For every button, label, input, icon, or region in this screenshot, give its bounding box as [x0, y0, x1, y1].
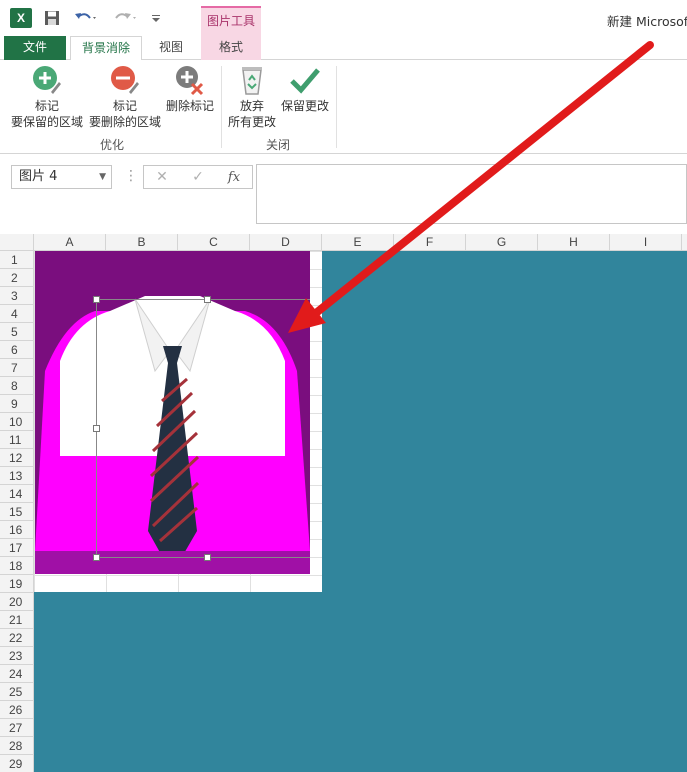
- mark-keep-label-2: 要保留的区域: [10, 115, 83, 129]
- discard-label-2: 所有更改: [227, 115, 276, 129]
- cancel-icon[interactable]: ✕: [144, 169, 180, 185]
- excel-logo-icon: X: [10, 8, 32, 28]
- resize-handle[interactable]: [93, 425, 100, 432]
- row-header[interactable]: 19: [0, 575, 33, 593]
- row-header[interactable]: 2: [0, 269, 33, 287]
- background-removal-marquee[interactable]: [93, 296, 310, 561]
- tab-format[interactable]: 格式: [201, 36, 261, 60]
- teal-overlay-area: [34, 592, 322, 772]
- formula-bar: 图片 4 ▼ ⋮ ✕ ✓ fx: [0, 154, 687, 234]
- row-headers: 1 2 3 4 5 6 7 8 9 10 11 12 13 14 15 16 17 18 19 20 21 22 23 24 2…: [0, 251, 34, 772]
- row-header[interactable]: 29: [0, 755, 33, 772]
- column-header[interactable]: F: [394, 234, 466, 251]
- mark-keep-icon: [31, 64, 63, 96]
- recycle-bin-icon: [236, 64, 268, 96]
- checkmark-icon: [289, 64, 321, 96]
- delete-mark-icon: [174, 64, 206, 96]
- row-header[interactable]: 22: [0, 629, 33, 647]
- group-label-optimize: 优化: [100, 138, 125, 152]
- worksheet-grid: ABCDEFGHI 1 2 3 4 5 6 7 8 9 10 11 12 13 14 15 16 17 18 19 2…: [0, 234, 687, 772]
- row-header[interactable]: 8: [0, 377, 33, 395]
- mark-areas-to-remove-button[interactable]: 标记 要删除的区域: [86, 64, 164, 130]
- row-header[interactable]: 10: [0, 413, 33, 431]
- row-header[interactable]: 13: [0, 467, 33, 485]
- window-title: 新建 Microsoft: [607, 14, 687, 29]
- vertical-dots-icon: ⋮: [124, 168, 138, 184]
- keep-label: 保留更改: [280, 99, 329, 113]
- ribbon-tabs: 文件 背景消除 视图 格式: [0, 36, 687, 61]
- row-header[interactable]: 7: [0, 359, 33, 377]
- chevron-down-icon[interactable]: ▼: [99, 166, 106, 188]
- row-header[interactable]: 26: [0, 701, 33, 719]
- row-header[interactable]: 15: [0, 503, 33, 521]
- resize-handle[interactable]: [204, 296, 211, 303]
- column-header[interactable]: C: [178, 234, 250, 251]
- mark-remove-label-2: 要删除的区域: [88, 115, 161, 129]
- tab-view[interactable]: 视图: [146, 36, 196, 60]
- row-header[interactable]: 14: [0, 485, 33, 503]
- column-header[interactable]: B: [106, 234, 178, 251]
- row-header[interactable]: 3: [0, 287, 33, 305]
- row-header[interactable]: 27: [0, 719, 33, 737]
- name-box-value: 图片 4: [19, 169, 58, 184]
- tab-file[interactable]: 文件: [4, 36, 66, 60]
- column-header[interactable]: E: [322, 234, 394, 251]
- row-header[interactable]: 16: [0, 521, 33, 539]
- row-header[interactable]: 12: [0, 449, 33, 467]
- column-headers: ABCDEFGHI: [34, 234, 687, 251]
- mark-areas-to-keep-button[interactable]: 标记 要保留的区域: [6, 64, 88, 130]
- row-header[interactable]: 24: [0, 665, 33, 683]
- row-header[interactable]: 9: [0, 395, 33, 413]
- row-header[interactable]: 18: [0, 557, 33, 575]
- discard-label-1: 放弃: [239, 99, 264, 113]
- column-header[interactable]: A: [34, 234, 106, 251]
- row-header[interactable]: 25: [0, 683, 33, 701]
- row-header[interactable]: 6: [0, 341, 33, 359]
- customize-qat-icon[interactable]: [150, 8, 162, 28]
- row-header[interactable]: 28: [0, 737, 33, 755]
- discard-all-changes-button[interactable]: 放弃 所有更改: [224, 64, 280, 130]
- insert-function-icon[interactable]: fx: [216, 170, 252, 185]
- formula-input[interactable]: [256, 164, 687, 224]
- delete-mark-label: 删除标记: [165, 99, 214, 113]
- row-header[interactable]: 21: [0, 611, 33, 629]
- excel-logo-letter: X: [16, 11, 25, 25]
- row-header[interactable]: 4: [0, 305, 33, 323]
- group-label-close: 关闭: [266, 138, 291, 152]
- row-header[interactable]: 5: [0, 323, 33, 341]
- formula-buttons: ✕ ✓ fx: [143, 165, 253, 189]
- save-icon[interactable]: [42, 8, 62, 28]
- confirm-icon[interactable]: ✓: [180, 169, 216, 185]
- undo-icon[interactable]: [72, 8, 100, 28]
- row-header[interactable]: 11: [0, 431, 33, 449]
- column-header[interactable]: D: [250, 234, 322, 251]
- picture-tools-context-header: 图片工具: [201, 6, 261, 36]
- row-header[interactable]: 20: [0, 593, 33, 611]
- row-header[interactable]: 1: [0, 251, 33, 269]
- redo-icon[interactable]: [112, 8, 140, 28]
- resize-handle[interactable]: [93, 296, 100, 303]
- column-header[interactable]: G: [466, 234, 538, 251]
- column-header[interactable]: H: [538, 234, 610, 251]
- tab-background-removal[interactable]: 背景消除: [70, 36, 142, 61]
- mark-remove-icon: [109, 64, 141, 96]
- group-divider: [336, 66, 337, 148]
- group-divider: [221, 66, 222, 148]
- picture-shirt-image[interactable]: [35, 251, 310, 574]
- row-header[interactable]: 17: [0, 539, 33, 557]
- mark-keep-label-1: 标记: [34, 99, 59, 113]
- name-box[interactable]: 图片 4 ▼: [11, 165, 112, 189]
- title-bar: X 图片工具 新建 Microsoft: [0, 0, 687, 36]
- row-header[interactable]: 23: [0, 647, 33, 665]
- select-all-corner[interactable]: [0, 234, 34, 251]
- resize-handle[interactable]: [204, 554, 211, 561]
- teal-overlay-area: [322, 251, 687, 772]
- keep-changes-button[interactable]: 保留更改: [280, 64, 330, 114]
- ribbon: 标记 要保留的区域 标记 要删除的区域 删除标记 放弃 所有更改 保留更改 优化…: [0, 60, 687, 154]
- resize-handle[interactable]: [93, 554, 100, 561]
- mark-remove-label-1: 标记: [112, 99, 137, 113]
- column-header[interactable]: I: [610, 234, 682, 251]
- delete-mark-button[interactable]: 删除标记: [162, 64, 218, 114]
